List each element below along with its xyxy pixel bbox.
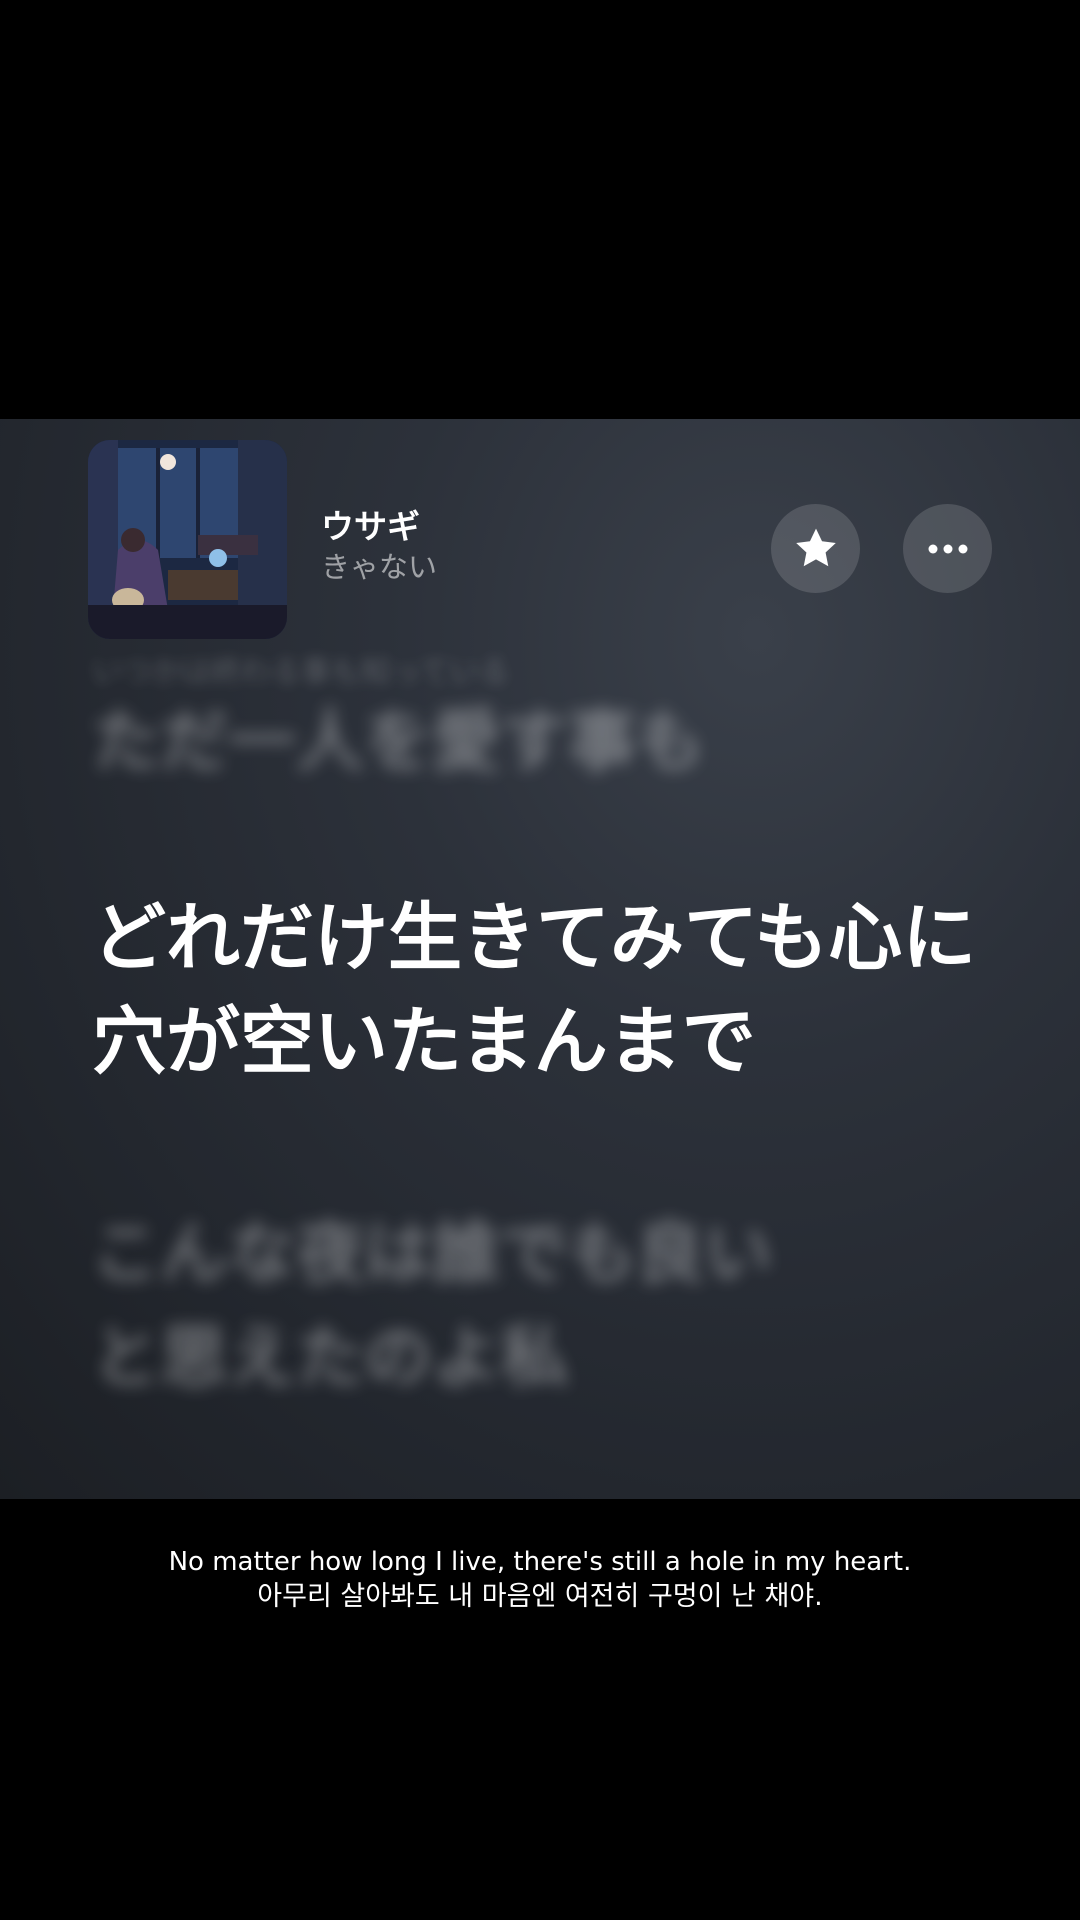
star-icon: [795, 528, 836, 566]
lyric-line-next[interactable]: こんな夜は誰でも良いと思えたのよ私: [92, 1203, 812, 1411]
subtitle-english: No matter how long I live, there's still…: [168, 1547, 912, 1577]
album-artwork-illustration: [88, 440, 287, 639]
track-info[interactable]: ウサギ きゃない: [321, 507, 437, 587]
music-player-card: ウサギ きゃない いつかは終わる事も知っている ただ一人を愛す事も どれだけ生き…: [0, 419, 1080, 1499]
lyric-line-previous[interactable]: ただ一人を愛す事も: [92, 691, 704, 795]
video-subtitles: No matter how long I live, there's still…: [0, 1545, 1080, 1615]
album-artwork[interactable]: [88, 440, 287, 639]
subtitle-korean: 아무리 살아봐도 내 마음엔 여전히 구멍이 난 채야.: [257, 1581, 823, 1612]
more-options-button[interactable]: [903, 504, 992, 593]
lyric-line-previous-small[interactable]: いつかは終わる事も知っている: [92, 647, 509, 691]
ellipsis-icon: [928, 544, 967, 553]
favorite-button[interactable]: [771, 504, 860, 593]
lyric-line-current[interactable]: どれだけ生きてみても心に穴が空いたまんまで: [92, 886, 1012, 1094]
track-artist: きゃない: [321, 550, 438, 584]
track-title: ウサギ: [321, 507, 420, 546]
